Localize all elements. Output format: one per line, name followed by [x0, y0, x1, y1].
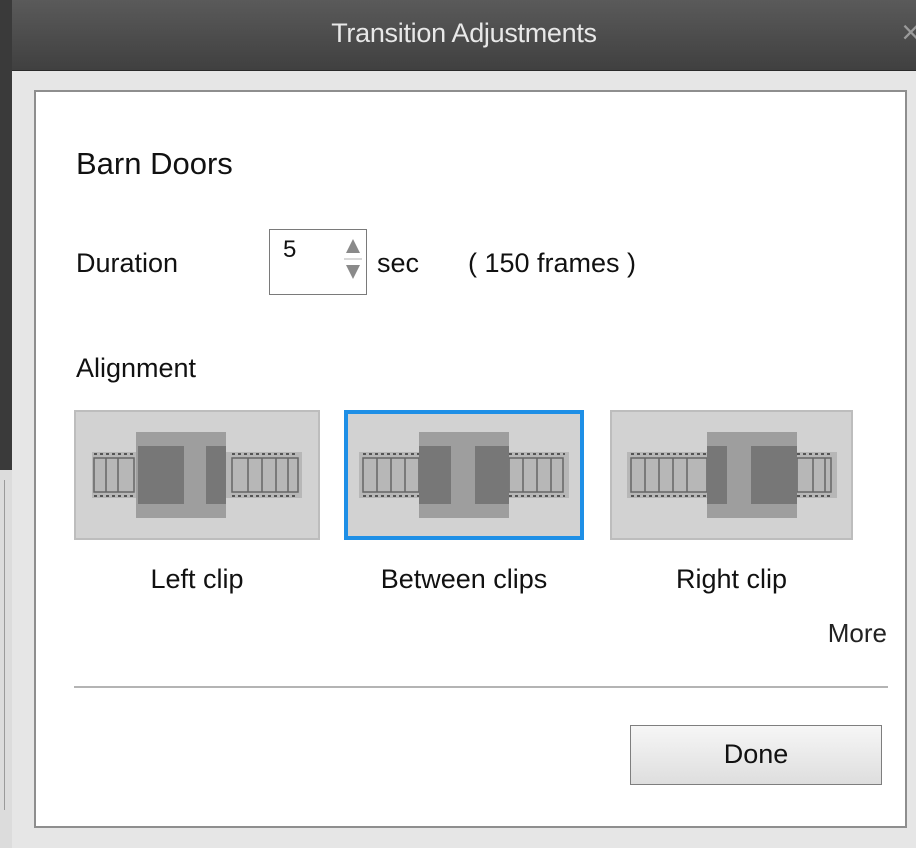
frames-count: ( 150 frames ) — [468, 248, 637, 278]
align-left-clip-label[interactable]: Left clip — [74, 564, 320, 595]
align-between-clips-label[interactable]: Between clips — [344, 564, 584, 595]
more-link[interactable]: More — [828, 618, 887, 649]
duration-value[interactable]: 5 — [283, 236, 296, 264]
background-window-edge — [0, 0, 12, 848]
align-right-clip-label[interactable]: Right clip — [610, 564, 853, 595]
align-between-clips-button[interactable] — [344, 410, 584, 540]
align-right-clip-button[interactable] — [610, 410, 853, 540]
duration-unit: sec — [377, 248, 420, 278]
dialog-panel: Barn Doors Duration 5 sec ( 150 frames )… — [34, 90, 907, 828]
close-icon[interactable]: × — [901, 16, 916, 48]
duration-label: Duration — [76, 248, 179, 278]
transition-name: Barn Doors — [76, 146, 233, 181]
stepper-up-icon[interactable] — [346, 239, 360, 253]
divider — [74, 686, 888, 688]
align-left-clip-button[interactable] — [74, 410, 320, 540]
duration-stepper[interactable]: 5 — [269, 229, 367, 295]
stepper-down-icon[interactable] — [346, 265, 360, 279]
done-button[interactable]: Done — [630, 725, 882, 785]
alignment-label: Alignment — [76, 353, 197, 383]
dialog-titlebar[interactable]: Transition Adjustments × — [12, 0, 916, 71]
stepper-divider — [344, 258, 362, 260]
dialog-title: Transition Adjustments — [331, 18, 597, 48]
